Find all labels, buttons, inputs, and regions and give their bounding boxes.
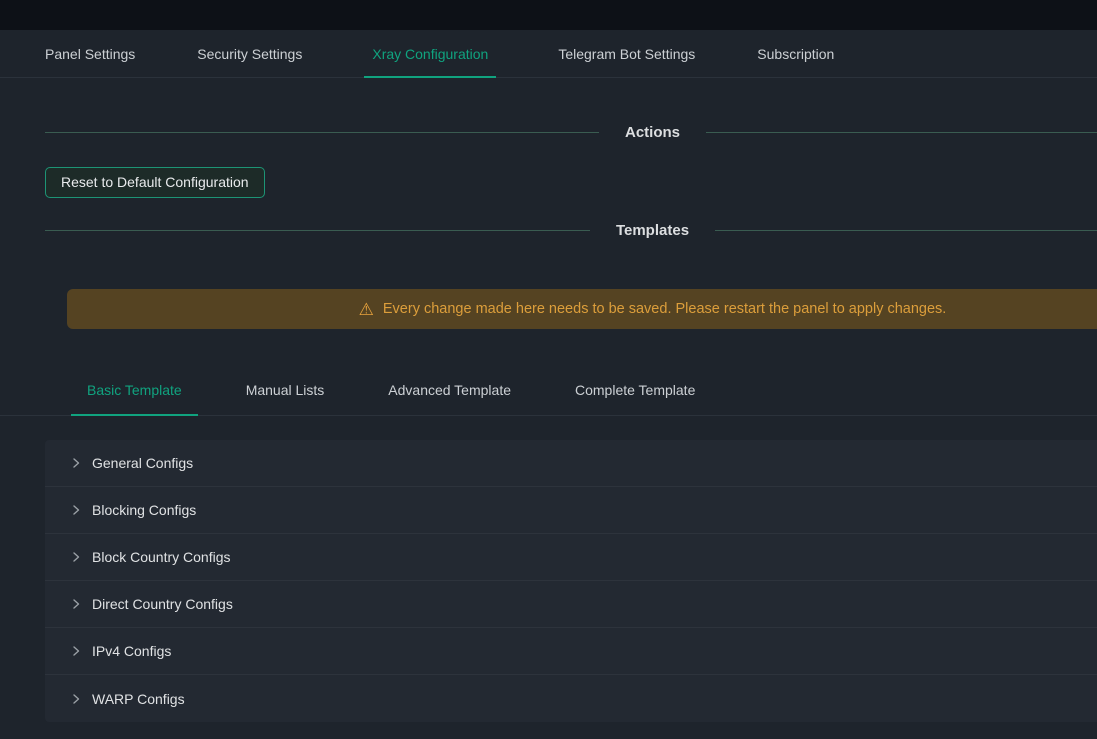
actions-button-row: Reset to Default Configuration [0, 167, 1097, 198]
accordion-item-ipv4-configs[interactable]: IPv4 Configs [45, 628, 1097, 675]
configs-accordion: General Configs Blocking Configs Block C… [45, 440, 1097, 722]
top-bar [0, 0, 1097, 30]
warning-triangle-icon: ⚠ [359, 301, 374, 318]
tab-manual-lists[interactable]: Manual Lists [230, 369, 341, 415]
template-tabs: Basic Template Manual Lists Advanced Tem… [0, 369, 1097, 416]
actions-section-title: Actions [625, 124, 680, 141]
restart-warning-alert: ⚠ Every change made here needs to be sav… [67, 289, 1097, 329]
accordion-item-label: IPv4 Configs [92, 643, 171, 659]
accordion-item-blocking-configs[interactable]: Blocking Configs [45, 487, 1097, 534]
divider-line [715, 230, 1097, 231]
divider-line [706, 132, 1097, 133]
accordion-item-direct-country-configs[interactable]: Direct Country Configs [45, 581, 1097, 628]
chevron-right-icon [70, 457, 82, 469]
tab-complete-template[interactable]: Complete Template [559, 369, 711, 415]
accordion-item-label: Block Country Configs [92, 549, 231, 565]
chevron-right-icon [70, 551, 82, 563]
accordion-item-label: Blocking Configs [92, 502, 196, 518]
main-tabs: Panel Settings Security Settings Xray Co… [0, 30, 1097, 78]
tab-basic-template[interactable]: Basic Template [71, 369, 198, 416]
reset-to-default-button[interactable]: Reset to Default Configuration [45, 167, 265, 198]
divider-line [45, 230, 590, 231]
accordion-item-warp-configs[interactable]: WARP Configs [45, 675, 1097, 722]
templates-section-title: Templates [616, 222, 689, 239]
chevron-right-icon [70, 645, 82, 657]
accordion-item-block-country-configs[interactable]: Block Country Configs [45, 534, 1097, 581]
accordion-item-label: Direct Country Configs [92, 596, 233, 612]
accordion-item-label: General Configs [92, 455, 193, 471]
tab-xray-configuration[interactable]: Xray Configuration [364, 46, 496, 78]
chevron-right-icon [70, 598, 82, 610]
tab-subscription[interactable]: Subscription [757, 46, 834, 77]
tab-advanced-template[interactable]: Advanced Template [372, 369, 527, 415]
chevron-right-icon [70, 693, 82, 705]
warning-alert-text: Every change made here needs to be saved… [383, 301, 946, 317]
accordion-item-general-configs[interactable]: General Configs [45, 440, 1097, 487]
tab-security-settings[interactable]: Security Settings [197, 46, 302, 77]
tab-telegram-bot-settings[interactable]: Telegram Bot Settings [558, 46, 695, 77]
settings-page: Panel Settings Security Settings Xray Co… [0, 30, 1097, 722]
templates-divider: Templates [0, 222, 1097, 239]
accordion-item-label: WARP Configs [92, 691, 185, 707]
divider-line [45, 132, 599, 133]
chevron-right-icon [70, 504, 82, 516]
actions-divider: Actions [0, 124, 1097, 141]
tab-panel-settings[interactable]: Panel Settings [45, 46, 135, 77]
